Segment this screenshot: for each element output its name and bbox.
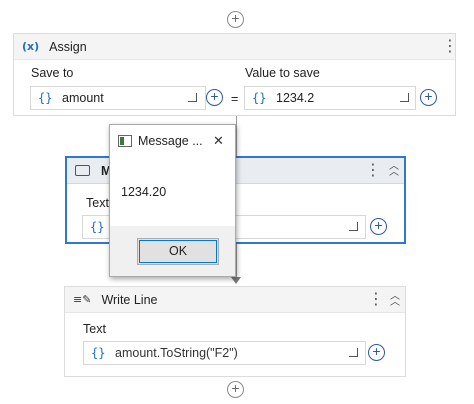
value-to-save-label: Value to save: [245, 66, 320, 80]
value-to-save-value: 1234.2: [276, 91, 315, 105]
expand-editor-icon[interactable]: [349, 222, 358, 231]
message-text-label: Text: [86, 196, 109, 210]
close-icon[interactable]: ✕: [213, 133, 224, 149]
equals-sign: =: [231, 92, 239, 106]
expand-editor-icon[interactable]: [349, 348, 358, 357]
expression-braces-icon: {}: [90, 220, 105, 234]
window-app-icon: [118, 135, 132, 147]
message-icon: [75, 165, 90, 176]
dialog-body: 1234.20: [110, 158, 235, 226]
save-to-plus-icon[interactable]: +: [206, 89, 223, 106]
connector-line: [236, 244, 237, 278]
assign-variable-icon: (x): [22, 40, 40, 53]
message-box-dialog[interactable]: Message ... ✕ 1234.20 OK: [109, 124, 236, 277]
connector-line: [236, 116, 237, 156]
dialog-title: Message ...: [138, 134, 203, 148]
ok-button-label: OK: [168, 244, 188, 258]
expression-braces-icon: {}: [252, 91, 267, 105]
write-line-text-label: Text: [83, 322, 106, 336]
write-line-plus-icon[interactable]: +: [368, 344, 385, 361]
add-activity-top-button[interactable]: +: [227, 11, 244, 28]
expression-braces-icon: {}: [91, 346, 106, 360]
expression-braces-icon: {}: [38, 91, 53, 105]
write-line-text-value: amount.ToString("F2"): [115, 346, 238, 360]
ok-button[interactable]: OK: [137, 238, 219, 265]
assign-header[interactable]: (x) Assign: [14, 34, 455, 60]
save-to-value: amount: [62, 91, 104, 105]
assign-title: Assign: [49, 39, 87, 54]
collapse-icon[interactable]: ︿ ︿: [389, 162, 399, 178]
connector-arrow-icon: [231, 277, 241, 284]
collapse-icon[interactable]: ︿ ︿: [390, 292, 400, 308]
value-to-save-field[interactable]: {} 1234.2: [244, 86, 416, 110]
assign-more-icon[interactable]: ⋮: [442, 39, 458, 55]
add-activity-bottom-button[interactable]: +: [227, 381, 244, 398]
expand-editor-icon[interactable]: [188, 93, 197, 102]
value-to-save-plus-icon[interactable]: +: [420, 89, 437, 106]
write-line-text-field[interactable]: {} amount.ToString("F2"): [83, 341, 366, 365]
write-line-title: Write Line: [101, 292, 158, 307]
dialog-message: 1234.20: [121, 185, 167, 199]
save-to-label: Save to: [31, 66, 74, 80]
write-line-header[interactable]: ≡✎ Write Line: [65, 287, 405, 313]
message-more-icon[interactable]: ⋮: [365, 163, 381, 179]
save-to-field[interactable]: {} amount: [30, 86, 206, 110]
expand-editor-icon[interactable]: [400, 93, 409, 102]
write-line-icon: ≡✎: [73, 293, 92, 306]
write-line-more-icon[interactable]: ⋮: [368, 292, 384, 308]
dialog-titlebar[interactable]: Message ... ✕: [110, 125, 235, 158]
message-text-plus-icon[interactable]: +: [370, 218, 387, 235]
